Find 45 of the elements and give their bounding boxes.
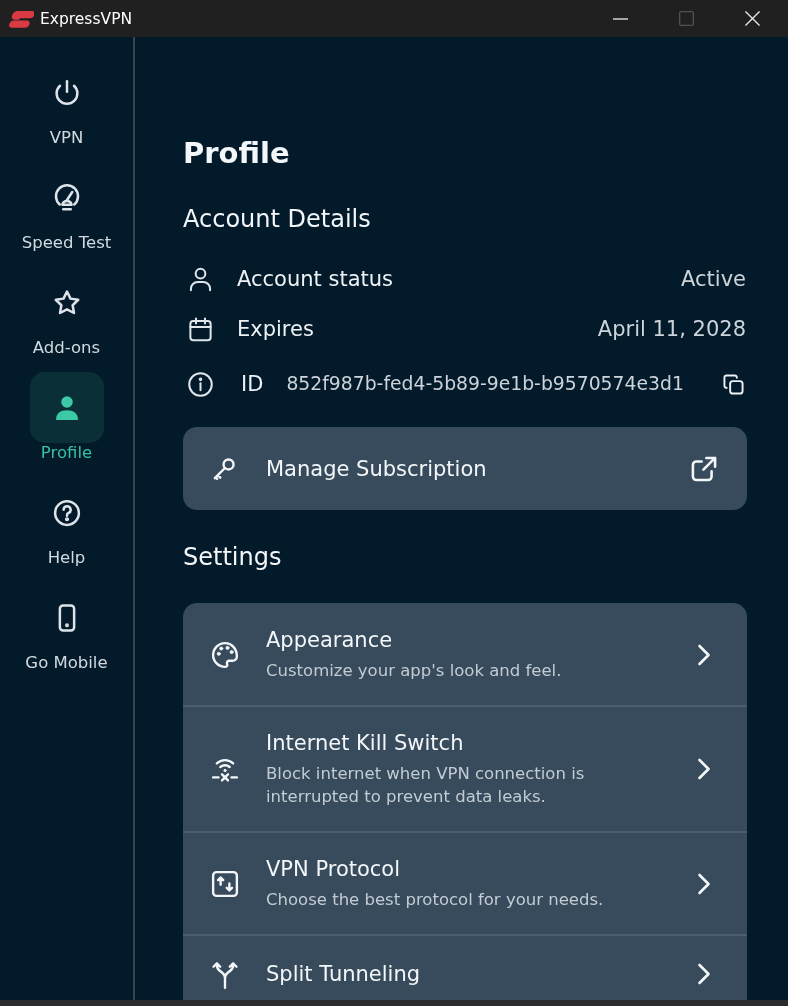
chevron-icon bbox=[697, 643, 711, 666]
copy-icon bbox=[723, 373, 744, 395]
setting-title: VPN Protocol bbox=[266, 856, 401, 882]
settings-item[interactable]: Internet Kill Switch Block internet when VPN connection is interrupted to prevent data leaks. bbox=[183, 705, 747, 831]
settings-item[interactable]: Appearance Customize your app's look and feel. bbox=[183, 603, 747, 705]
field-value: April 11, 2028 bbox=[597, 316, 746, 342]
sidebar-item[interactable]: Profile bbox=[6, 372, 127, 463]
setting-description: Customize your app's look and feel. bbox=[266, 660, 562, 682]
setting-title: Internet Kill Switch bbox=[266, 730, 464, 756]
page-title: Profile bbox=[183, 135, 291, 171]
sidebar-item[interactable]: VPN bbox=[6, 57, 127, 148]
field-label: ID bbox=[241, 371, 264, 397]
chevron-icon bbox=[697, 872, 711, 895]
palette-icon bbox=[210, 639, 240, 670]
setting-title: Split Tunneling bbox=[266, 961, 421, 987]
user-icon bbox=[187, 265, 214, 293]
copy-button[interactable] bbox=[723, 373, 744, 395]
split-arrows-icon bbox=[210, 959, 240, 989]
section-heading: Settings bbox=[183, 542, 283, 572]
info-icon bbox=[187, 370, 214, 398]
window-title: ExpressVPN bbox=[40, 8, 133, 29]
sidebar-item[interactable]: Go Mobile bbox=[6, 582, 127, 673]
arrows-square-icon bbox=[210, 868, 240, 899]
key-icon bbox=[211, 455, 237, 482]
manage-subscription-button[interactable]: Manage Subscription bbox=[183, 427, 747, 510]
section-heading: Account Details bbox=[183, 204, 372, 234]
setting-title: Appearance bbox=[266, 627, 393, 653]
settings-item[interactable]: Split Tunneling bbox=[183, 934, 747, 1000]
person-icon bbox=[29, 372, 104, 443]
calendar-icon bbox=[187, 315, 214, 343]
chevron-icon bbox=[697, 963, 711, 985]
account-id: 852f987b-fed4-5b89-9e1b-b9570574e3d1 bbox=[286, 372, 684, 396]
sidebar-item[interactable]: Speed Test bbox=[6, 162, 127, 253]
setting-description: Choose the best protocol for your needs. bbox=[266, 889, 604, 911]
field-label: Account status bbox=[237, 266, 393, 292]
field-value: Active bbox=[681, 266, 746, 292]
external-link-icon bbox=[690, 454, 718, 483]
sidebar-item[interactable]: Add-ons bbox=[6, 267, 127, 358]
setting-description: Block internet when VPN connection is interrupted to prevent data leaks. bbox=[266, 763, 586, 808]
field-label: Expires bbox=[237, 316, 314, 342]
sidebar-item[interactable]: Help bbox=[6, 477, 127, 568]
help-icon bbox=[51, 497, 82, 528]
logo-icon bbox=[8, 9, 34, 28]
chevron-icon bbox=[697, 758, 711, 780]
settings-item[interactable]: VPN Protocol Choose the best protocol for your needs. bbox=[183, 831, 747, 934]
